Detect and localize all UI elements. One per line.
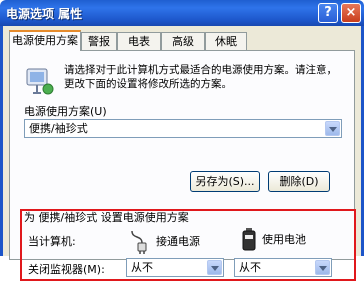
monitor-off-battery-value: 从不 bbox=[239, 261, 261, 274]
on-battery-label: 使用电池 bbox=[262, 233, 306, 246]
tab-power-schemes[interactable]: 电源使用方案 bbox=[9, 30, 81, 51]
plugged-in-label: 接通电源 bbox=[156, 235, 200, 248]
monitor-off-plugged-value: 从不 bbox=[131, 261, 153, 274]
power-scheme-icon bbox=[26, 68, 54, 95]
power-scheme-value: 便携/袖珍式 bbox=[29, 122, 88, 135]
battery-icon bbox=[242, 228, 256, 251]
scheme-group-label: 电源使用方案(U) bbox=[24, 105, 107, 118]
tab-panel: 请选择对于此计算机方式最适合的电源使用方案。请注意，更改下面的设置将修改所选的方… bbox=[9, 50, 356, 281]
monitor-off-label: 关闭监视器(M): bbox=[28, 263, 105, 276]
chevron-down-icon[interactable] bbox=[325, 121, 340, 136]
tab-power-meter[interactable]: 电表 bbox=[117, 32, 161, 50]
tab-hibernate[interactable]: 休眠 bbox=[205, 32, 247, 50]
settings-group-label: 为 便携/袖珍式 设置电源使用方案 bbox=[24, 211, 189, 224]
monitor-off-plugged-select[interactable]: 从不 bbox=[126, 258, 224, 277]
chevron-down-icon[interactable] bbox=[207, 260, 222, 275]
window-title: 电源选项 属性 bbox=[6, 7, 83, 21]
help-button[interactable]: ? bbox=[318, 3, 338, 23]
when-computer-label: 当计算机: bbox=[28, 235, 76, 248]
tab-advanced[interactable]: 高级 bbox=[161, 32, 205, 50]
save-as-button[interactable]: 另存为(S)... bbox=[190, 171, 260, 192]
plug-icon bbox=[131, 230, 147, 254]
tab-alarms[interactable]: 警报 bbox=[81, 32, 117, 50]
chevron-down-icon[interactable] bbox=[315, 260, 330, 275]
power-scheme-select[interactable]: 便携/袖珍式 bbox=[24, 119, 342, 138]
intro-text: 请选择对于此计算机方式最适合的电源使用方案。请注意，更改下面的设置将修改所选的方… bbox=[64, 64, 337, 90]
delete-button[interactable]: 删除(D) bbox=[268, 171, 330, 192]
title-bar: 电源选项 属性 ? × bbox=[0, 0, 364, 26]
dialog-frame: 电源使用方案 警报 电表 高级 休眠 请选择对于此计算机方式最适合的电源使用方案… bbox=[0, 26, 364, 281]
close-button[interactable]: × bbox=[341, 3, 361, 23]
monitor-off-battery-select[interactable]: 从不 bbox=[234, 258, 332, 277]
